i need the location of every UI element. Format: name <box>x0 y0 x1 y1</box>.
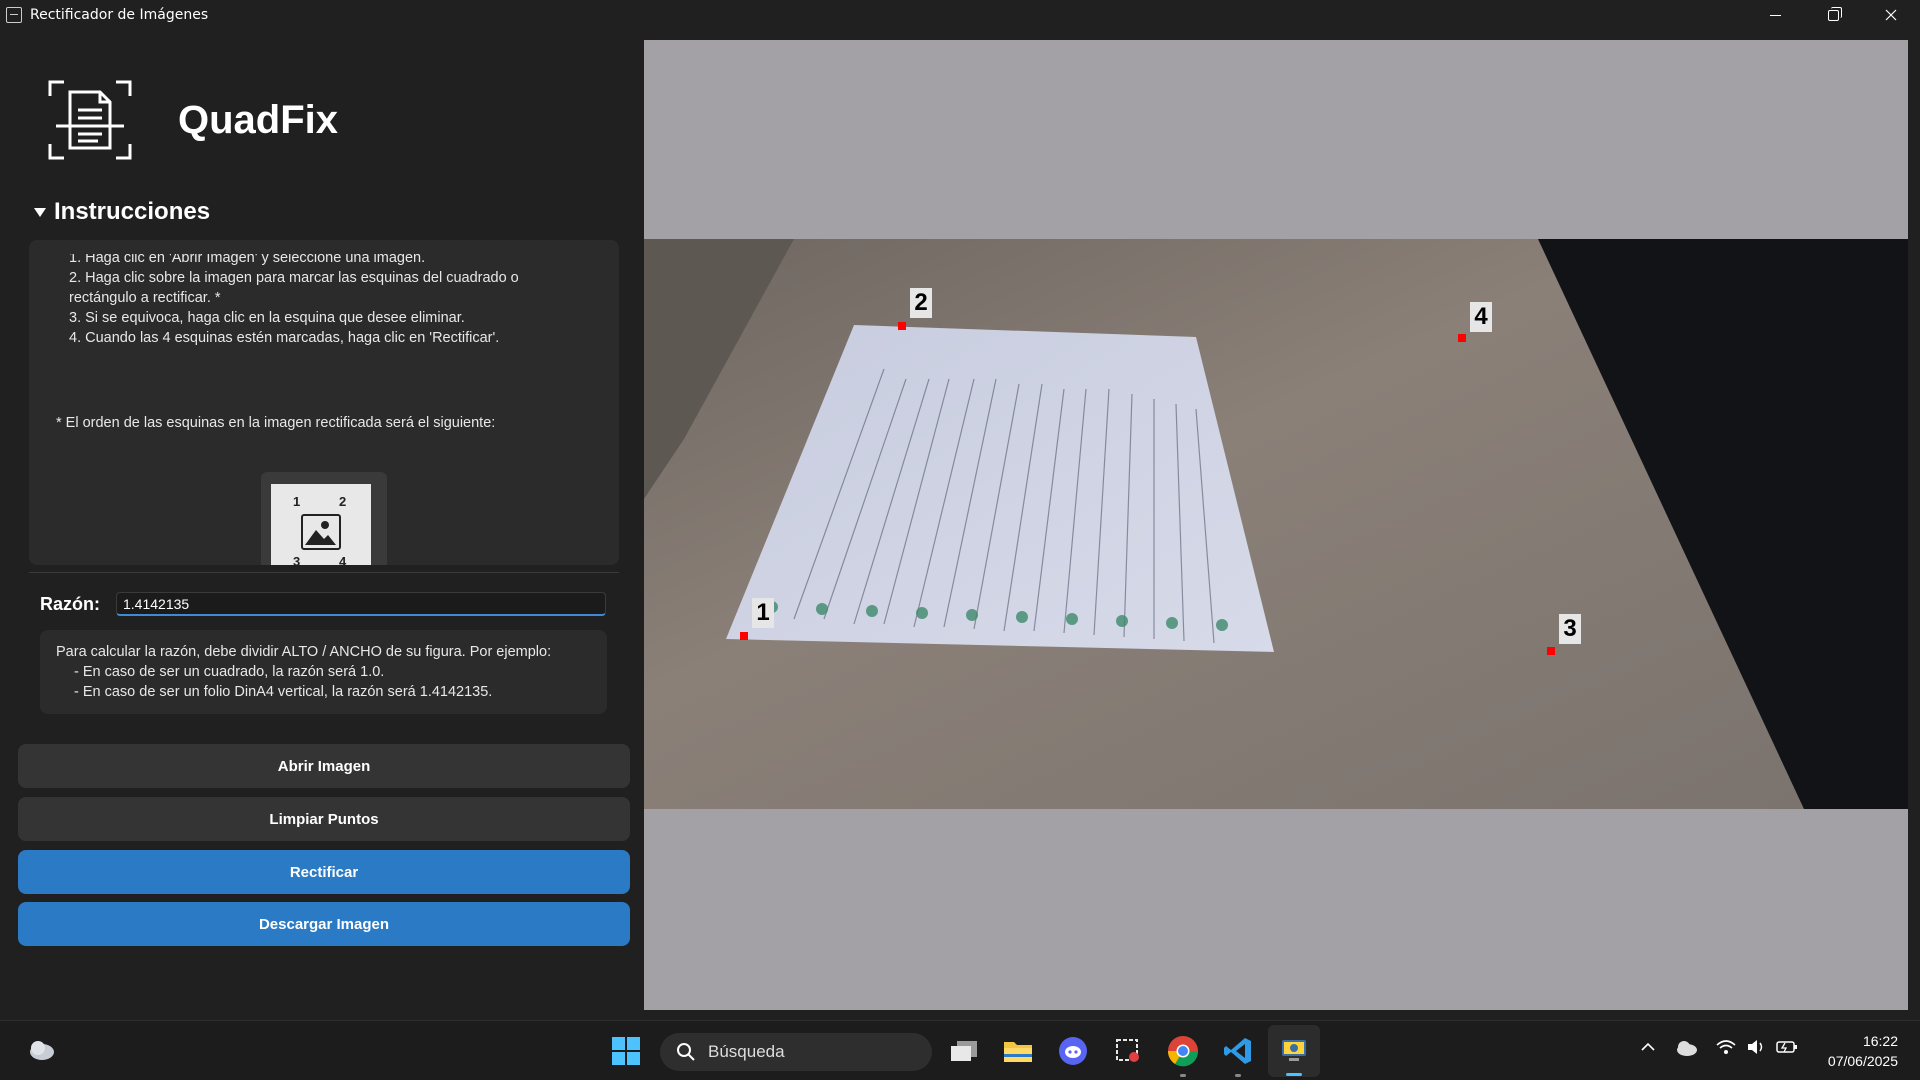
taskbar: Búsqueda 16:22 07/06/2025 <box>0 1020 1920 1080</box>
corner-marker-2[interactable] <box>898 322 906 330</box>
corner-marker-2-label: 2 <box>910 288 932 318</box>
corner-marker-3-label: 3 <box>1559 614 1581 644</box>
loaded-photo[interactable] <box>644 239 1908 809</box>
instructions-list[interactable]: 1. Haga clic en 'Abrir Imagen' y selecci… <box>69 254 599 364</box>
close-icon <box>1885 9 1897 21</box>
clock-date: 07/06/2025 <box>1827 1053 1898 1069</box>
minimize-icon <box>1769 14 1781 16</box>
instructions-toggle[interactable]: Instrucciones <box>34 198 210 226</box>
instruction-step: 2. Haga clic sobre la imagen para marcar… <box>69 270 519 286</box>
python-icon[interactable] <box>1276 1033 1312 1069</box>
ratio-input[interactable] <box>116 592 606 616</box>
section-divider <box>29 572 619 573</box>
app-window-icon <box>6 7 22 23</box>
order-label-3: 3 <box>293 554 301 565</box>
ratio-row: Razón: <box>40 592 606 616</box>
image-icon <box>301 514 341 550</box>
restore-button[interactable] <box>1804 0 1862 30</box>
start-icon[interactable] <box>608 1033 644 1069</box>
corner-marker-1[interactable] <box>740 632 748 640</box>
control-panel: QuadFix Instrucciones 1. Haga clic en 'A… <box>0 30 644 1020</box>
restore-icon <box>1827 6 1842 21</box>
active-app-indicator <box>1286 1073 1302 1076</box>
volume-icon[interactable] <box>1746 1039 1766 1059</box>
ratio-help-item: - En caso de ser un folio DinA4 vertical… <box>74 684 493 700</box>
clear-points-button[interactable]: Limpiar Puntos <box>18 797 630 841</box>
battery-icon[interactable] <box>1776 1039 1798 1059</box>
chevron-up-icon[interactable] <box>1640 1039 1656 1059</box>
close-button[interactable] <box>1862 0 1920 30</box>
corner-marker-1-label: 1 <box>752 598 774 628</box>
download-image-button[interactable]: Descargar Imagen <box>18 902 630 946</box>
taskbar-search[interactable]: Búsqueda <box>660 1033 932 1071</box>
order-label-4: 4 <box>339 554 347 565</box>
corner-order-diagram: 1 2 3 4 <box>271 484 371 565</box>
corner-marker-4[interactable] <box>1458 334 1466 342</box>
weather-icon[interactable] <box>28 1039 56 1061</box>
order-label-1: 1 <box>293 494 301 509</box>
expand-triangle-icon <box>34 207 46 217</box>
instruction-step: 3. Si se equivoca, haga clic en la esqui… <box>69 310 465 326</box>
discord-icon[interactable] <box>1055 1033 1091 1069</box>
instructions-panel: 1. Haga clic en 'Abrir Imagen' y selecci… <box>29 240 619 565</box>
ratio-help-panel: Para calcular la razón, debe dividir ALT… <box>40 630 607 714</box>
vscode-icon[interactable] <box>1220 1033 1256 1069</box>
ratio-help-intro: Para calcular la razón, debe dividir ALT… <box>56 644 552 660</box>
ratio-label: Razón: <box>40 593 100 614</box>
corner-marker-4-label: 4 <box>1470 302 1492 332</box>
onedrive-icon[interactable] <box>1675 1039 1699 1061</box>
instruction-step: rectángulo a rectificar. * <box>69 290 221 306</box>
chrome-icon[interactable] <box>1165 1033 1201 1069</box>
rectify-button[interactable]: Rectificar <box>18 850 630 894</box>
title-bar: Rectificador de Imágenes <box>0 0 1920 30</box>
document-scan-logo-icon <box>48 78 132 162</box>
search-placeholder: Búsqueda <box>708 1042 785 1061</box>
clock-time: 16:22 <box>1862 1033 1898 1049</box>
snipping-tool-icon[interactable] <box>1110 1033 1146 1069</box>
app-name: QuadFix <box>178 97 339 142</box>
image-canvas[interactable] <box>644 40 1908 1010</box>
order-label-2: 2 <box>339 494 347 509</box>
minimize-button[interactable] <box>1746 0 1804 30</box>
running-indicator <box>1180 1074 1186 1077</box>
window-title: Rectificador de Imágenes <box>30 7 209 23</box>
task-view-icon[interactable] <box>946 1033 982 1069</box>
open-image-button[interactable]: Abrir Imagen <box>18 744 630 788</box>
search-icon <box>677 1043 695 1061</box>
corner-order-note: * El orden de las esquinas en la imagen … <box>56 415 496 431</box>
system-clock[interactable]: 16:22 07/06/2025 <box>1828 1031 1898 1071</box>
corner-marker-3[interactable] <box>1547 647 1555 655</box>
instruction-step: 1. Haga clic en 'Abrir Imagen' y selecci… <box>69 254 426 266</box>
brand: QuadFix <box>48 78 338 162</box>
ratio-help-item: - En caso de ser un cuadrado, la razón s… <box>74 664 385 680</box>
instruction-step: 4. Cuando las 4 esquinas estén marcadas,… <box>69 330 500 346</box>
running-indicator <box>1235 1074 1241 1077</box>
instructions-heading: Instrucciones <box>54 198 211 225</box>
file-explorer-icon[interactable] <box>1000 1033 1036 1069</box>
wifi-icon[interactable] <box>1716 1039 1736 1059</box>
